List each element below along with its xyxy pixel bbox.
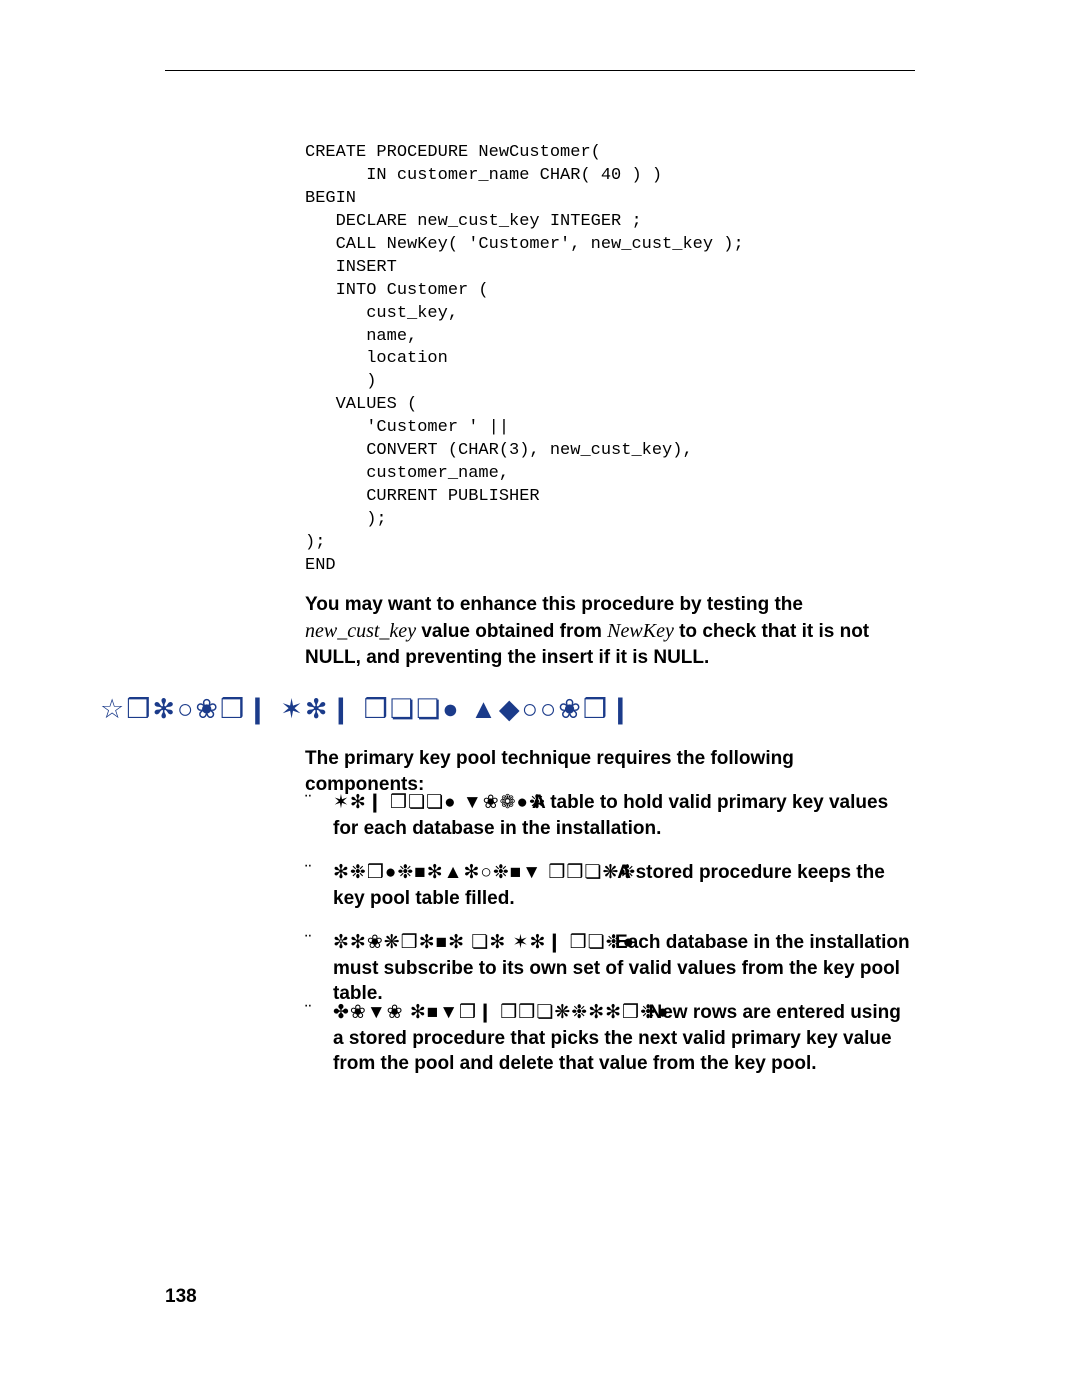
bullet-item: ¨ ✶✻❙ ❒❏❏● ▼❀❁●❉ ✶✻❙ ❒❏❏● ▼❀❁●❉A table t… [305, 790, 915, 841]
horizontal-rule [165, 70, 915, 71]
code-block: CREATE PROCEDURE NewCustomer( IN custome… [305, 142, 744, 578]
bullet-mark: ¨ [305, 1000, 311, 1026]
italic-term: NewKey [607, 620, 674, 642]
text: value obtained from [416, 621, 607, 642]
italic-term: new_cust_key [305, 620, 416, 642]
section-heading: ☆❒✻○❀❒❙ ✶✻❙ ❒❏❏● ▲◆○○❀❒❙ [100, 694, 634, 725]
bullet-glyph-label: ✶✻❙ ❒❏❏● ▼❀❁●❉ [333, 790, 546, 816]
page-number: 138 [165, 1286, 197, 1308]
bullet-mark: ¨ [305, 930, 311, 956]
bullet-item: ¨ ✤❀▼❀ ✻■▼❒❙ ❒❒❏❋❉✻✻❒❉● ✤❀▼❀ ✻■▼❒❙ ❒❒❏❋❉… [305, 1000, 915, 1077]
bullet-mark: ¨ [305, 860, 311, 886]
bullet-glyph-label: ✻❉❒●❉■✻▲✻○❉■▼ ❒❒❏❋❉ [333, 860, 636, 886]
paragraph-enhance-note: You may want to enhance this procedure b… [305, 592, 915, 670]
bullet-glyph-label: ✼✻❀❋❒✻■✻ ❏✻ ✶✻❙ ❒❏❉● [333, 930, 635, 956]
bullet-glyph-label: ✤❀▼❀ ✻■▼❒❙ ❒❒❏❋❉✻✻❒❉● [333, 1000, 670, 1026]
text: You may want to enhance this procedure b… [305, 594, 803, 615]
bullet-item: ¨ ✻❉❒●❉■✻▲✻○❉■▼ ❒❒❏❋❉ ✻❉❒●❉■✻▲✻○❉■▼ ❒❒❏❋… [305, 860, 915, 911]
bullet-mark: ¨ [305, 790, 311, 816]
bullet-item: ¨ ✼✻❀❋❒✻■✻ ❏✻ ✶✻❙ ❒❏❉● ✼✻❀❋❒✻■✻ ❏✻ ✶✻❙ ❒… [305, 930, 915, 1007]
